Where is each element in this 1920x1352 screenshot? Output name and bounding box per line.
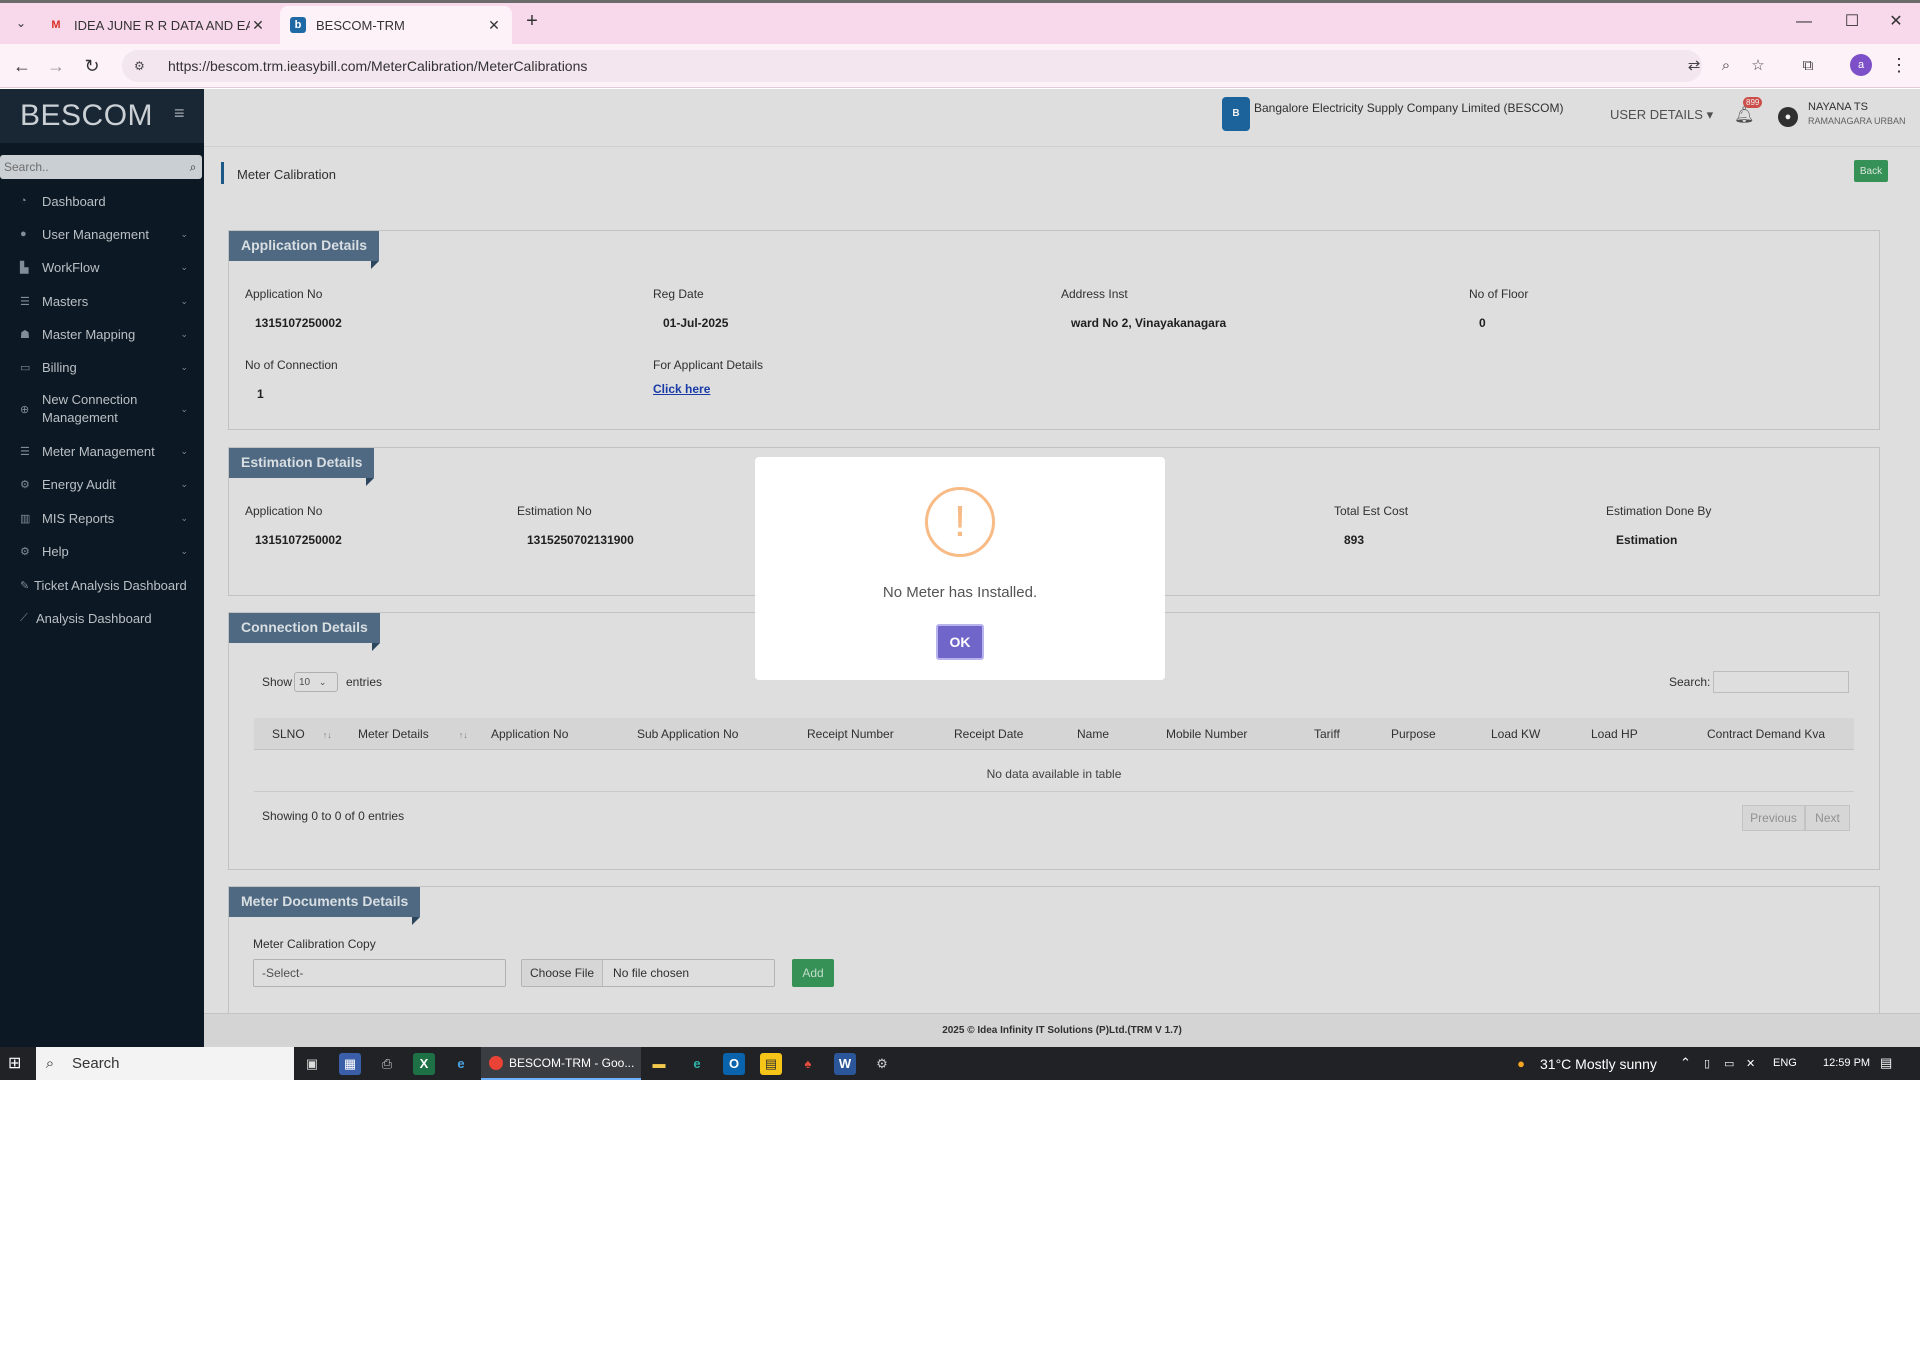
file-explorer-icon[interactable]: ▬ <box>648 1053 670 1075</box>
network-icon[interactable]: ▭ <box>1724 1057 1734 1070</box>
chrome-icon <box>489 1055 503 1070</box>
reload-icon[interactable]: ↻ <box>80 54 104 78</box>
alert-message: No Meter has Installed. <box>882 584 1038 601</box>
browser-tabstrip: ⌄ M IDEA JUNE R R DATA AND EA - ✕ b BESC… <box>0 0 1920 44</box>
calculator-icon[interactable]: ▦ <box>339 1053 361 1075</box>
alert-dialog: ! No Meter has Installed. OK <box>755 457 1165 680</box>
media-app-icon[interactable]: ♠ <box>797 1053 819 1075</box>
remote-app-icon[interactable]: ⚙ <box>871 1053 893 1075</box>
outlook-icon[interactable]: O <box>723 1053 745 1075</box>
maximize-button[interactable]: ☐ <box>1832 10 1872 34</box>
taskbar-search-label: Search <box>72 1055 120 1072</box>
window-top-border <box>0 0 1920 3</box>
forward-arrow-icon[interactable]: → <box>44 54 68 78</box>
tray-device-icon[interactable]: ▯ <box>1704 1057 1710 1070</box>
tab-title: IDEA JUNE R R DATA AND EA - <box>74 17 250 33</box>
excel-icon[interactable]: X <box>413 1053 435 1075</box>
bescom-icon: b <box>290 17 306 33</box>
new-tab-button[interactable]: + <box>520 10 544 34</box>
tray-chevron-up-icon[interactable]: ⌃ <box>1680 1055 1691 1071</box>
tab-search-icon[interactable]: ⌄ <box>10 12 32 34</box>
browser-toolbar: ← → ↻ ⚙ https://bescom.trm.ieasybill.com… <box>0 44 1920 88</box>
sticky-notes-icon[interactable]: ▤ <box>760 1053 782 1075</box>
windows-start-icon[interactable]: ⊞ <box>8 1055 26 1073</box>
edge-icon[interactable]: e <box>686 1053 708 1075</box>
close-tab-icon[interactable]: ✕ <box>250 17 266 34</box>
back-arrow-icon[interactable]: ← <box>10 54 34 78</box>
taskbar-window-title: BESCOM-TRM - Goo... <box>509 1055 635 1070</box>
word-icon[interactable]: W <box>834 1053 856 1075</box>
notification-center-icon[interactable]: ▤ <box>1880 1055 1892 1071</box>
screen: ⌄ M IDEA JUNE R R DATA AND EA - ✕ b BESC… <box>0 0 1920 1080</box>
clock[interactable]: 12:59 PM <box>1823 1057 1870 1069</box>
language-indicator[interactable]: ENG <box>1773 1057 1797 1069</box>
close-window-button[interactable]: ✕ <box>1876 10 1916 34</box>
close-tab-icon[interactable]: ✕ <box>486 17 502 34</box>
volume-muted-icon[interactable]: ✕ <box>1746 1057 1755 1070</box>
browser-menu-icon[interactable]: ⋮ <box>1890 54 1908 76</box>
site-info-icon[interactable]: ⚙ <box>134 59 152 73</box>
weather-text[interactable]: 31°C Mostly sunny <box>1540 1056 1657 1072</box>
ok-button[interactable]: OK <box>936 624 984 660</box>
internet-explorer-icon[interactable]: e <box>450 1053 472 1075</box>
minimize-button[interactable]: — <box>1784 10 1824 34</box>
taskbar-chrome-window[interactable]: BESCOM-TRM - Goo... <box>481 1047 641 1080</box>
translate-icon[interactable]: ⇄ <box>1684 56 1704 76</box>
printer-icon[interactable]: ⎙ <box>376 1053 398 1075</box>
bookmark-star-icon[interactable]: ☆ <box>1748 56 1768 76</box>
task-view-icon[interactable]: ▣ <box>301 1053 323 1075</box>
address-bar[interactable]: ⚙ https://bescom.trm.ieasybill.com/Meter… <box>122 50 1702 82</box>
tab-gmail[interactable]: M IDEA JUNE R R DATA AND EA - ✕ <box>38 6 276 44</box>
warning-icon: ! <box>925 487 995 557</box>
zoom-icon[interactable]: ⌕ <box>1716 56 1736 76</box>
profile-avatar[interactable]: a <box>1850 54 1872 76</box>
extensions-icon[interactable]: ⧉ <box>1798 56 1818 76</box>
tab-bescom[interactable]: b BESCOM-TRM ✕ <box>280 6 512 44</box>
taskbar-search[interactable]: ⌕ Search <box>36 1047 294 1080</box>
taskbar: ⊞ ⌕ Search ▣ ▦ ⎙ X e BESCOM-TRM - Goo...… <box>0 1047 1920 1080</box>
weather-icon: ● <box>1517 1056 1525 1071</box>
tab-title: BESCOM-TRM <box>316 17 405 33</box>
url-text: https://bescom.trm.ieasybill.com/MeterCa… <box>168 58 588 74</box>
search-icon: ⌕ <box>45 1055 55 1072</box>
gmail-icon: M <box>51 19 61 31</box>
